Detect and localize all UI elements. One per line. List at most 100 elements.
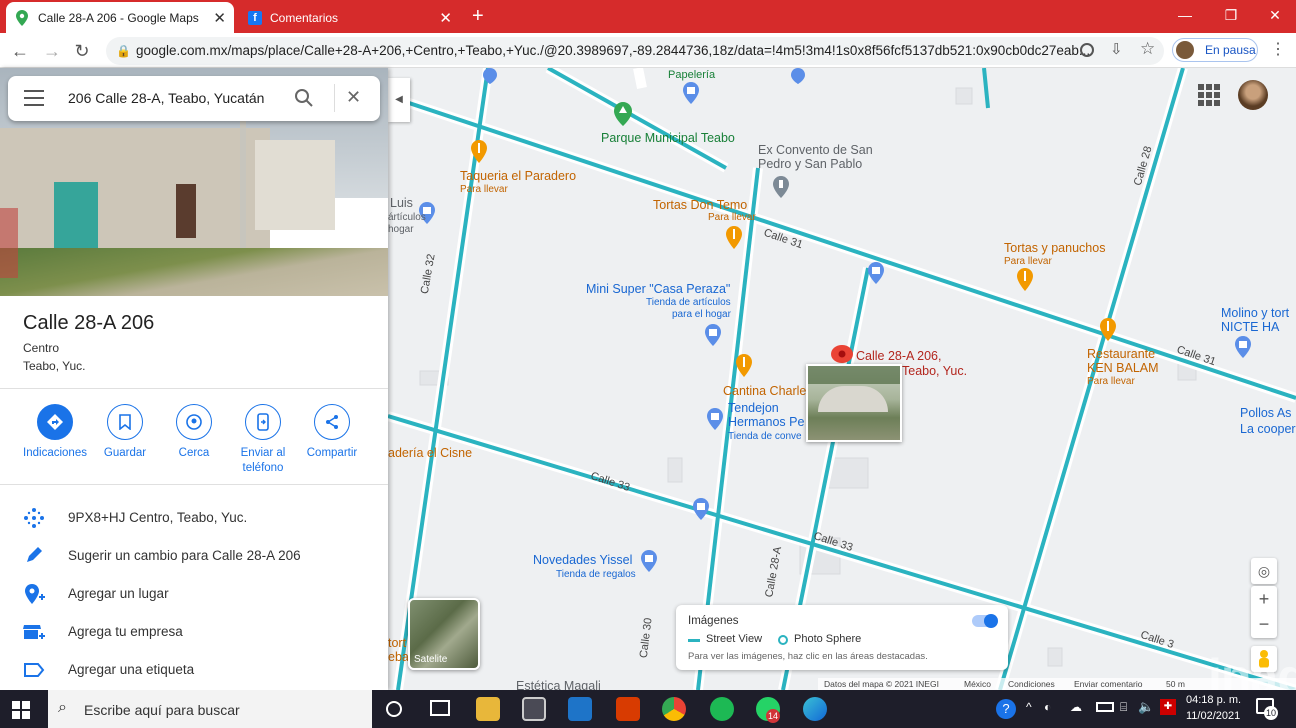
edge-icon[interactable]: [803, 697, 827, 721]
help-icon[interactable]: ?: [996, 699, 1016, 719]
suggest-edit-row[interactable]: Sugerir un cambio para Calle 28-A 206: [0, 537, 388, 575]
store-icon[interactable]: [522, 697, 546, 721]
selected-location-pin-icon[interactable]: [830, 344, 854, 364]
poi-convento-line2[interactable]: Pedro y San Pablo: [758, 157, 862, 171]
poi-luis[interactable]: Luis: [390, 196, 413, 210]
add-label-text: Agregar una etiqueta: [68, 662, 195, 677]
add-label-row[interactable]: Agregar una etiqueta: [0, 651, 388, 689]
new-tab-button[interactable]: +: [472, 5, 484, 28]
nearby-button[interactable]: Cerca: [156, 404, 232, 461]
map-country[interactable]: México: [964, 679, 991, 689]
poi-mini-super[interactable]: Mini Super "Casa Peraza": [586, 282, 730, 296]
poi-tendejon-sub: Tienda de conve: [728, 431, 802, 442]
poi-convento-line1[interactable]: Ex Convento de San: [758, 143, 873, 157]
close-icon[interactable]: ✕: [346, 87, 361, 108]
action-center-icon[interactable]: 10: [1256, 698, 1278, 720]
battery-icon[interactable]: [1096, 702, 1114, 712]
minimize-button[interactable]: —: [1162, 0, 1208, 30]
poi-parque[interactable]: Parque Municipal Teabo: [601, 131, 735, 145]
task-view-icon[interactable]: [430, 700, 450, 716]
whatsapp-icon[interactable]: 14: [756, 697, 780, 723]
profile-button[interactable]: En pausa: [1172, 38, 1258, 62]
poi-molino-line2[interactable]: NICTE HA: [1221, 320, 1279, 334]
spotify-icon[interactable]: [710, 697, 734, 721]
chrome-icon[interactable]: [662, 697, 686, 721]
poi-cantina[interactable]: Cantina Charle: [723, 384, 806, 398]
zoom-out-button[interactable]: −: [1251, 612, 1277, 638]
antivirus-icon[interactable]: ✚: [1160, 699, 1176, 715]
file-explorer-icon[interactable]: [476, 697, 500, 721]
share-button[interactable]: Compartir: [294, 404, 370, 461]
terms-link[interactable]: Condiciones: [1008, 679, 1055, 689]
pin-label-line2[interactable]: Teabo, Yuc.: [902, 364, 967, 378]
map-data-credit[interactable]: Datos del mapa © 2021 INEGI: [824, 679, 939, 689]
bookmark-star-icon[interactable]: ☆: [1140, 39, 1155, 59]
poi-tortas-panuchos[interactable]: Tortas y panuchos: [1004, 241, 1105, 255]
network-icon[interactable]: ⌸: [1120, 700, 1127, 715]
zoom-in-button[interactable]: +: [1251, 586, 1277, 612]
poi-luis-sub2: hogar: [388, 224, 414, 235]
taskbar-search-box[interactable]: ⌕ Escribe aquí para buscar: [48, 690, 372, 728]
windows-start-icon[interactable]: [12, 701, 30, 719]
save-button[interactable]: Guardar: [87, 404, 163, 461]
reload-icon[interactable]: ↻: [70, 39, 94, 63]
poi-novedades[interactable]: Novedades Yissel: [533, 553, 632, 567]
street-view-thumbnail[interactable]: [806, 364, 902, 442]
tab-comentarios[interactable]: f Comentarios ✕: [238, 2, 460, 33]
search-icon[interactable]: [294, 88, 314, 113]
poi-tendejon-line2[interactable]: Hermanos Pe: [728, 415, 804, 429]
poi-estetica[interactable]: Estética Magali: [516, 679, 601, 690]
imagery-title: Imágenes: [688, 615, 739, 627]
share-label: Compartir: [306, 447, 358, 459]
install-icon[interactable]: ⇩: [1110, 40, 1123, 58]
tab-title: Comentarios: [270, 10, 339, 25]
poi-tort[interactable]: tort: [388, 636, 406, 650]
poi-papeleria[interactable]: Papelería: [668, 68, 715, 82]
menu-dots-icon[interactable]: ⋮: [1270, 39, 1286, 59]
search-input[interactable]: 206 Calle 28-A, Teabo, Yucatán: [68, 90, 264, 106]
cortana-icon[interactable]: [386, 701, 402, 717]
clock-date[interactable]: 11/02/2021: [1186, 710, 1240, 722]
tab-google-maps[interactable]: Calle 28-A 206 - Google Maps ✕: [6, 2, 234, 33]
poi-taqueria[interactable]: Taqueria el Paradero: [460, 169, 576, 183]
account-avatar[interactable]: [1238, 80, 1268, 110]
scale-label[interactable]: 50 m: [1166, 679, 1185, 689]
people-icon[interactable]: ◐: [1044, 700, 1051, 714]
forward-arrow-icon[interactable]: →: [40, 39, 64, 63]
apps-grid-icon[interactable]: [1198, 84, 1220, 106]
feedback-link[interactable]: Enviar comentario: [1074, 679, 1143, 689]
volume-icon[interactable]: 🔈: [1138, 699, 1154, 715]
poi-restaurante-line1[interactable]: Restaurante: [1087, 347, 1155, 361]
map-canvas[interactable]: Papelería Parque Municipal Teabo Ex Conv…: [388, 68, 1296, 690]
plus-code-row[interactable]: 9PX8+HJ Centro, Teabo, Yuc.: [0, 499, 388, 537]
my-location-icon[interactable]: ◎: [1251, 558, 1277, 584]
add-business-row[interactable]: Agrega tu empresa: [0, 613, 388, 651]
imagery-toggle[interactable]: [972, 614, 998, 628]
clock-time[interactable]: 04:18 p. m.: [1186, 694, 1241, 706]
poi-tortas-don-temo[interactable]: Tortas Don Temo: [653, 198, 747, 212]
poi-restaurante-line2[interactable]: KEN BALAM: [1087, 361, 1159, 375]
pin-label-line1[interactable]: Calle 28-A 206,: [856, 349, 941, 363]
show-hidden-icons-icon[interactable]: ^: [1026, 700, 1032, 714]
poi-cisne[interactable]: adería el Cisne: [388, 446, 472, 460]
close-window-button[interactable]: ✕: [1252, 0, 1296, 30]
close-tab-icon[interactable]: ✕: [213, 9, 226, 27]
poi-molino-line1[interactable]: Molino y tort: [1221, 306, 1289, 320]
satellite-toggle[interactable]: Satelite: [408, 598, 480, 670]
directions-button[interactable]: Indicaciones: [17, 404, 93, 461]
location-blocked-icon[interactable]: [1080, 43, 1094, 57]
address-bar[interactable]: 🔒 google.com.mx/maps/place/Calle+28-A+20…: [106, 37, 1164, 65]
onedrive-icon[interactable]: ☁: [1070, 700, 1082, 714]
back-arrow-icon[interactable]: ←: [8, 39, 32, 63]
send-to-phone-button[interactable]: Enviar al teléfono: [225, 404, 301, 476]
add-place-row[interactable]: Agregar un lugar: [0, 575, 388, 613]
mail-icon[interactable]: [568, 697, 592, 721]
close-tab-icon[interactable]: ✕: [439, 9, 452, 27]
poi-pollos-line2[interactable]: La cooper: [1240, 422, 1296, 436]
hamburger-menu-icon[interactable]: [24, 90, 44, 106]
poi-tendejon-line1[interactable]: Tendejon: [728, 401, 779, 415]
office-icon[interactable]: [616, 697, 640, 721]
poi-pollos-line1[interactable]: Pollos As: [1240, 406, 1291, 420]
collapse-panel-button[interactable]: ◀: [388, 78, 410, 122]
maximize-button[interactable]: ❐: [1208, 0, 1254, 30]
